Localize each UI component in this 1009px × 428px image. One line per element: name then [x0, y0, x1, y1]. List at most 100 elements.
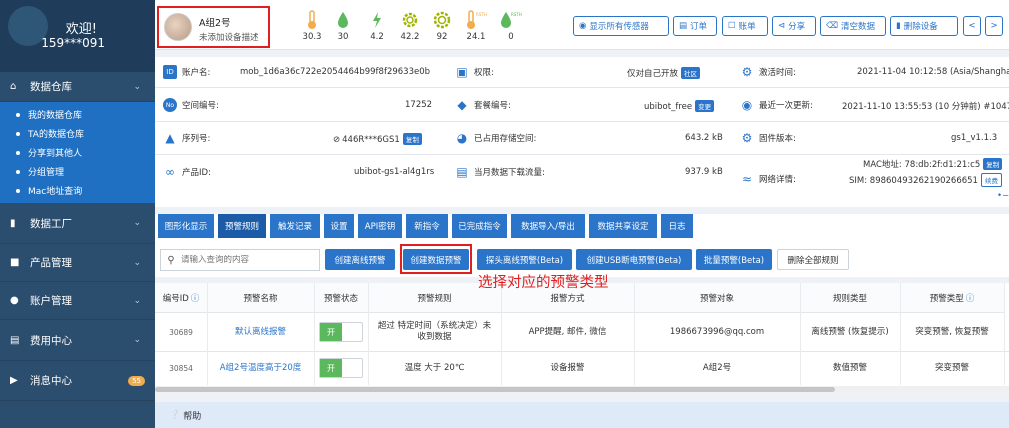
trash-icon: ▮ [896, 21, 901, 31]
create-offline-alert-button[interactable]: 创建离线预警 [325, 249, 395, 270]
sensor-temperature[interactable]: 30.3 [297, 10, 327, 42]
tab-data-sharing[interactable]: 数据共享设定 [589, 214, 657, 238]
sub-item-ta-warehouse[interactable]: TA的数据仓库 [0, 124, 155, 143]
change-plan-tag[interactable]: 变更 [695, 100, 715, 112]
cell-rule-type: 数值预警 [832, 362, 867, 373]
sub-item-mac[interactable]: Mac地址查询 [0, 181, 155, 200]
header-label: 预警类型 [929, 293, 964, 304]
divider [155, 154, 1009, 155]
chevron-down-icon: ⌄ [133, 81, 141, 92]
sub-item-share[interactable]: 分享到其他人 [0, 143, 155, 162]
device-description: 未添加设备描述 [199, 33, 259, 43]
help-icon[interactable]: ⓘ [966, 292, 975, 304]
column-divider [314, 283, 315, 385]
key-icon[interactable]: •− [997, 191, 1009, 201]
cell-rule: 超过 特定时间（系统决定）未收到数据 [377, 321, 492, 342]
scrollbar-thumb[interactable] [155, 387, 835, 392]
probe-offline-alert-button[interactable]: 探头离线预警(Beta) [477, 249, 572, 270]
tab-done-command[interactable]: 已完成指令 [452, 214, 507, 238]
cell-rule: 温度 大于 20℃ [404, 362, 465, 373]
sensor-value: 42.2 [400, 32, 420, 42]
sub-item-group[interactable]: 分组管理 [0, 162, 155, 181]
nav-messages[interactable]: ▶ 消息中心 55 [0, 361, 155, 401]
fw-label-cell: ⚙ 固件版本: [740, 124, 796, 152]
help-label[interactable]: 帮助 [183, 409, 201, 422]
nav-data-warehouse[interactable]: ⌂ 数据仓库 ⌄ [0, 72, 155, 102]
location-icon: ◉ [579, 21, 587, 31]
delete-all-rules-button[interactable]: 删除全部规则 [777, 249, 849, 270]
sensor-value: 30.3 [302, 32, 322, 42]
nav-billing[interactable]: ▤ 费用中心 ⌄ [0, 320, 155, 361]
clear-data-button[interactable]: ⌫ 清空数据 [820, 16, 886, 36]
tab-alert-rules[interactable]: 预警规则 [218, 214, 266, 238]
nav-data-factory[interactable]: ▮ 数据工厂 ⌄ [0, 203, 155, 244]
chevron-down-icon: ⌄ [133, 295, 141, 306]
tab-api-key[interactable]: API密钥 [358, 214, 402, 238]
card-icon: ▤ [679, 21, 688, 31]
share-button[interactable]: ⊲ 分享 [772, 16, 816, 36]
button-label: 账单 [738, 22, 756, 32]
sensor-value: 24.1 [466, 32, 486, 42]
prev-device-button[interactable]: < [963, 16, 981, 36]
file-icon: ▤ [456, 165, 468, 179]
horizontal-scrollbar[interactable] [155, 386, 1009, 393]
column-header-alert-type[interactable]: 预警类型 ⓘ [900, 283, 1004, 313]
sensor-voltage[interactable]: 4.2 [362, 10, 392, 42]
nav-label: 费用中心 [30, 334, 72, 347]
eye-slash-icon[interactable]: ⊘ [333, 135, 340, 145]
renew-sim-tag[interactable]: 续费 [980, 173, 1002, 187]
alert-name-link[interactable]: A组2号温度高于20度 [220, 363, 302, 374]
space-label: 空间编号: [182, 101, 219, 111]
tab-log[interactable]: 日志 [661, 214, 693, 238]
batch-alert-button[interactable]: 批量预警(Beta) [696, 249, 772, 270]
nav-account[interactable]: ● 账户管理 ⌄ [0, 282, 155, 320]
sim-text: SIM: 89860493262190266651 [849, 176, 978, 186]
sensor-humidity[interactable]: 30 [328, 10, 358, 42]
sensor-gear-1[interactable]: 42.2 [395, 10, 425, 42]
delete-device-button[interactable]: ▮ 删除设备 [890, 16, 958, 36]
column-header-name[interactable]: 预警名称 [207, 283, 314, 313]
orders-button[interactable]: ▤ 订单 [673, 16, 717, 36]
search-icon[interactable]: ⚲ [161, 255, 181, 266]
sub-item-my-warehouse[interactable]: 我的数据仓库 [0, 105, 155, 124]
download-value: 937.9 kB [685, 167, 723, 177]
alert-toggle[interactable]: 开 [319, 358, 363, 378]
storage-label-cell: ◕ 已占用存储空间: [455, 124, 537, 152]
tab-graph[interactable]: 图形化显示 [158, 214, 214, 238]
alert-toggle[interactable]: 开 [319, 322, 363, 342]
column-header-target[interactable]: 预警对象 [634, 283, 800, 313]
show-all-sensors-button[interactable]: ◉ 显示所有传感器 [573, 16, 669, 36]
bar-chart-icon: ▮ [10, 217, 16, 229]
button-label: 清空数据 [841, 22, 876, 32]
tab-trigger-log[interactable]: 触发记录 [270, 214, 320, 238]
nav-label: 账户管理 [30, 295, 72, 307]
sensor-value: 30 [337, 32, 349, 42]
column-header-rule-type[interactable]: 规则类型 [800, 283, 900, 313]
cell-status: 开 [314, 314, 368, 350]
next-device-button[interactable]: > [985, 16, 1003, 36]
sensor-probe-humidity[interactable]: RSTH 0 [496, 10, 526, 42]
copy-mac-tag[interactable]: 复制 [983, 158, 1003, 170]
alert-name-link[interactable]: 默认离线报警 [235, 327, 286, 338]
device-info-panel: ID 账户名: mob_1d6a36c722e2054464b99f8f29633… [155, 57, 1009, 207]
bills-button[interactable]: ☐ 账单 [722, 16, 768, 36]
column-divider [1004, 283, 1005, 385]
toggle-on-label: 开 [320, 323, 342, 341]
tab-settings[interactable]: 设置 [324, 214, 354, 238]
device-name: A组2号 [199, 18, 231, 29]
column-header-id[interactable]: 编号ID ⓘ [155, 283, 207, 313]
tab-new-command[interactable]: 新指令 [406, 214, 448, 238]
tab-import-export[interactable]: 数据导入/导出 [511, 214, 585, 238]
community-tag[interactable]: 社区 [681, 67, 701, 79]
sensor-gear-2[interactable]: 92 [427, 10, 457, 42]
column-divider [900, 283, 901, 385]
usb-power-alert-button[interactable]: 创建USB断电预警(Beta) [576, 249, 692, 270]
sensor-probe-temperature[interactable]: RSTH 24.1 [461, 10, 491, 42]
column-header-status[interactable]: 预警状态 [314, 283, 368, 313]
highlight-box [400, 244, 472, 274]
nav-product[interactable]: ■ 产品管理 ⌄ [0, 244, 155, 282]
update-label: 最近一次更新: [759, 101, 813, 111]
help-icon[interactable]: ⓘ [191, 292, 200, 304]
copy-serial-tag[interactable]: 复制 [402, 133, 422, 145]
search-input[interactable] [181, 255, 311, 265]
